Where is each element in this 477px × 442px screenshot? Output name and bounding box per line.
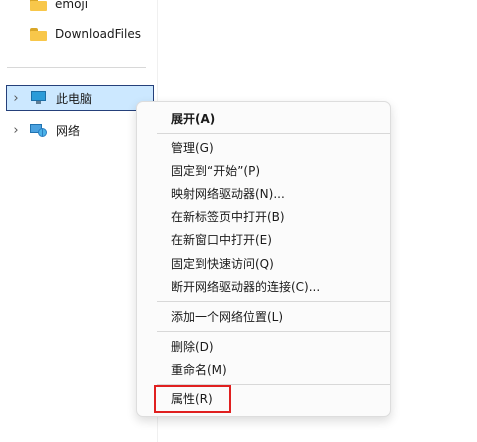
network-icon	[30, 123, 48, 138]
sidebar-item-label: 网络	[56, 123, 81, 138]
menu-item-add-network-location[interactable]: 添加一个网络位置(L)	[171, 306, 382, 328]
menu-separator	[157, 133, 390, 134]
menu-item-rename[interactable]: 重命名(M)	[171, 359, 382, 381]
chevron-right-icon[interactable]: ›	[10, 124, 22, 137]
menu-item-open-new-window[interactable]: 在新窗口中打开(E)	[171, 229, 382, 251]
sidebar-item-label: 此电脑	[56, 91, 93, 106]
navigation-pane: emoji DownloadFiles › 此电脑 › 网络	[0, 0, 158, 442]
folder-icon	[30, 27, 47, 41]
menu-separator	[157, 331, 390, 332]
menu-item-pin-start[interactable]: 固定到“开始”(P)	[171, 160, 382, 182]
menu-item-disconnect-network-drive[interactable]: 断开网络驱动器的连接(C)...	[171, 276, 382, 298]
sidebar-folder-emoji[interactable]: emoji	[30, 0, 88, 16]
sidebar-item-network[interactable]: › 网络	[10, 118, 80, 142]
sidebar-folder-downloadfiles[interactable]: DownloadFiles	[30, 22, 141, 46]
properties-highlight-box	[154, 385, 231, 413]
menu-item-open-new-tab[interactable]: 在新标签页中打开(B)	[171, 206, 382, 228]
menu-item-map-network-drive[interactable]: 映射网络驱动器(N)...	[171, 183, 382, 205]
menu-separator	[157, 301, 390, 302]
context-menu: 展开(A) 管理(G) 固定到“开始”(P) 映射网络驱动器(N)... 在新标…	[136, 101, 391, 417]
folder-label: DownloadFiles	[55, 27, 141, 41]
folder-icon	[30, 0, 47, 11]
menu-item-expand[interactable]: 展开(A)	[171, 108, 382, 130]
sidebar-separator	[7, 67, 146, 68]
menu-item-pin-quick-access[interactable]: 固定到快速访问(Q)	[171, 253, 382, 275]
chevron-right-icon[interactable]: ›	[10, 92, 22, 105]
menu-item-delete[interactable]: 删除(D)	[171, 336, 382, 358]
folder-label: emoji	[55, 0, 89, 11]
sidebar-item-this-pc[interactable]: › 此电脑	[10, 86, 92, 110]
computer-icon	[30, 91, 48, 105]
menu-item-manage[interactable]: 管理(G)	[171, 137, 382, 159]
